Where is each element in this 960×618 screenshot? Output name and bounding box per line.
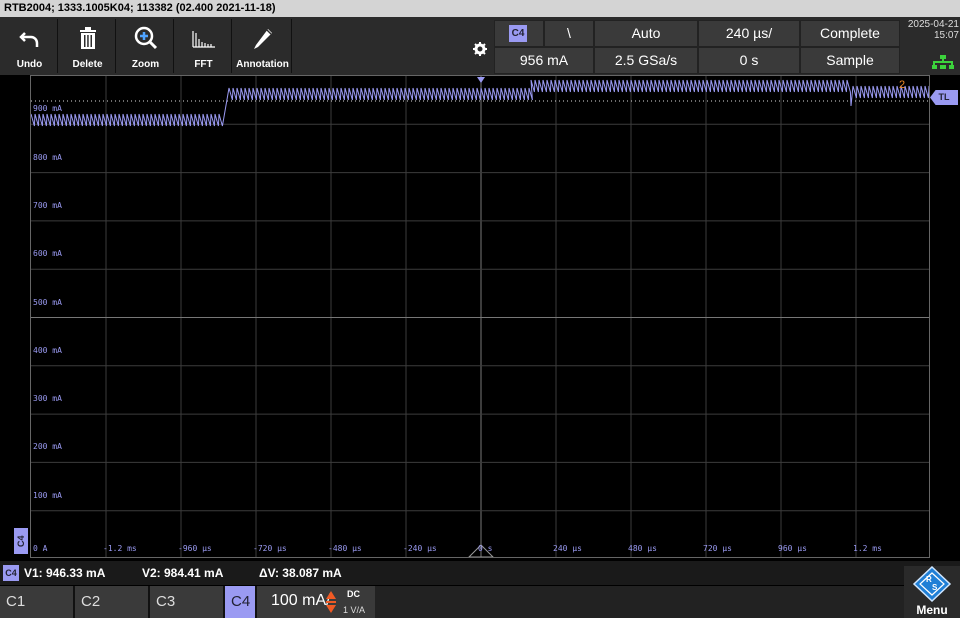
channel-c1-label: C1 — [6, 593, 26, 610]
zoom-button[interactable]: Zoom — [118, 19, 174, 73]
y-axis-label: 500 mA — [33, 297, 62, 307]
sample-rate: 2.5 GSa/s — [614, 52, 678, 68]
channel-c2-button[interactable]: C2 — [75, 586, 150, 618]
x-axis-label: 480 µs — [628, 544, 657, 553]
acquire-type: Sample — [826, 52, 874, 68]
acquire-type-cell[interactable]: Sample — [800, 47, 900, 74]
trash-icon — [79, 27, 96, 49]
y-axis-label: 900 mA — [33, 104, 62, 114]
rohde-schwarz-logo-icon: R S — [912, 566, 952, 602]
acquire-mode-cell[interactable]: Complete — [800, 20, 900, 47]
trigger-slope-cell[interactable]: \ — [544, 20, 594, 47]
measurement-bar: C4 V1: 946.33 mA V2: 984.41 mA ΔV: 38.08… — [0, 561, 960, 585]
delete-button[interactable]: Delete — [60, 19, 116, 73]
timebase-value: 240 µs/ — [725, 25, 773, 41]
network-icon — [932, 55, 954, 69]
gear-icon — [473, 42, 487, 56]
svg-text:S: S — [932, 583, 938, 592]
x-axis-label: 1.2 ms — [853, 544, 882, 553]
channel-offset-marker[interactable]: C4 — [14, 528, 28, 554]
channel-c3-button[interactable]: C3 — [150, 586, 225, 618]
scale-adjust-icon — [326, 591, 336, 613]
c4-vertical-scale: 100 mA/ — [271, 592, 331, 609]
trigger-source-badge: C4 — [509, 25, 527, 42]
channel-c2-label: C2 — [81, 593, 101, 610]
x-axis-label: -1.2 ms — [103, 544, 137, 553]
time-offset-cell[interactable]: 0 s — [698, 47, 800, 74]
datetime: 2025-04-21 15:07 — [905, 19, 959, 41]
waveform-grid[interactable]: 2 900 mA 800 mA 700 mA 600 mA 500 mA 400 mA 30… — [30, 75, 930, 558]
undo-label: Undo — [16, 59, 43, 70]
fft-spectrum-icon — [191, 31, 215, 48]
x-axis-label: -480 µs — [328, 544, 362, 553]
trigger-slope-falling: \ — [567, 25, 571, 41]
cursor-v2-value: V2: 984.41 mA — [142, 566, 224, 580]
fft-label: FFT — [194, 59, 213, 70]
channel-bar: C1 C2 C3 C4 100 mA/ DC 1 V/A — [0, 586, 960, 618]
y-axis-label: 800 mA — [33, 152, 62, 162]
annotation-label: Annotation — [236, 59, 289, 70]
instrument-title: RTB2004; 1333.1005K04; 113382 (02.400 20… — [4, 2, 276, 14]
zoom-icon — [134, 26, 157, 50]
x-axis-label: 240 µs — [553, 544, 582, 553]
trigger-source-cell[interactable]: C4 — [494, 20, 544, 47]
x-axis-label: 960 µs — [778, 544, 807, 553]
cursor-2-marker[interactable]: 2 — [899, 79, 905, 91]
grid-lines: 2 — [31, 76, 929, 557]
channel-c4-button[interactable]: C4 — [225, 586, 257, 618]
channel-c4-label: C4 — [231, 593, 251, 610]
date: 2025-04-21 — [907, 19, 959, 30]
fft-button[interactable]: FFT — [176, 19, 232, 73]
trigger-level-marker[interactable]: TL — [930, 90, 958, 105]
channel-offset-label: C4 — [16, 535, 26, 547]
sample-rate-cell[interactable]: 2.5 GSa/s — [594, 47, 698, 74]
menu-label: Menu — [916, 603, 948, 617]
timebase-cell[interactable]: 240 µs/ — [698, 20, 800, 47]
time: 15:07 — [933, 30, 959, 41]
trigger-level: 956 mA — [519, 52, 569, 68]
delete-label: Delete — [72, 59, 103, 70]
menu-button[interactable]: R S Menu — [904, 566, 960, 618]
trigger-mode-cell[interactable]: Auto — [594, 20, 698, 47]
y-axis-label: 400 mA — [33, 345, 62, 355]
c4-coupling: DC — [347, 589, 360, 599]
x-axis-label: 720 µs — [703, 544, 732, 553]
c4-probe-factor: 1 V/A — [343, 605, 366, 615]
y-axis-label: 700 mA — [33, 200, 62, 210]
cursor-delta-value: ΔV: 38.087 mA — [259, 566, 342, 580]
y-axis-label: 600 mA — [33, 249, 62, 259]
zoom-label: Zoom — [131, 59, 160, 70]
title-bar: RTB2004; 1333.1005K04; 113382 (02.400 20… — [0, 0, 960, 17]
pencil-icon — [253, 29, 272, 49]
trigger-level-label: TL — [938, 92, 950, 102]
undo-icon — [18, 32, 38, 47]
measurement-channel-badge: C4 — [3, 565, 19, 581]
channel-c1-button[interactable]: C1 — [0, 586, 75, 618]
y-axis-label: 200 mA — [33, 442, 62, 452]
channel-c3-label: C3 — [156, 593, 176, 610]
trigger-position-marker[interactable] — [477, 77, 485, 83]
undo-button[interactable]: Undo — [2, 19, 58, 73]
x-axis-label: -240 µs — [403, 544, 437, 553]
x-axis-label: -720 µs — [253, 544, 287, 553]
time-offset: 0 s — [739, 52, 759, 68]
x-axis-label: -960 µs — [178, 544, 212, 553]
trigger-mode: Auto — [631, 25, 661, 41]
acquire-mode: Complete — [820, 25, 880, 41]
y-axis-label: 100 mA — [33, 490, 62, 500]
channel-c4-scale[interactable]: 100 mA/ DC 1 V/A — [257, 586, 375, 618]
cursor-v1-value: V1: 946.33 mA — [24, 566, 106, 580]
y-axis-label: 300 mA — [33, 394, 62, 404]
annotation-button[interactable]: Annotation — [234, 19, 292, 73]
y-axis-label: 0 A — [33, 544, 48, 553]
x-axis-label: 0 s — [478, 544, 493, 553]
trigger-level-cell[interactable]: 956 mA — [494, 47, 594, 74]
